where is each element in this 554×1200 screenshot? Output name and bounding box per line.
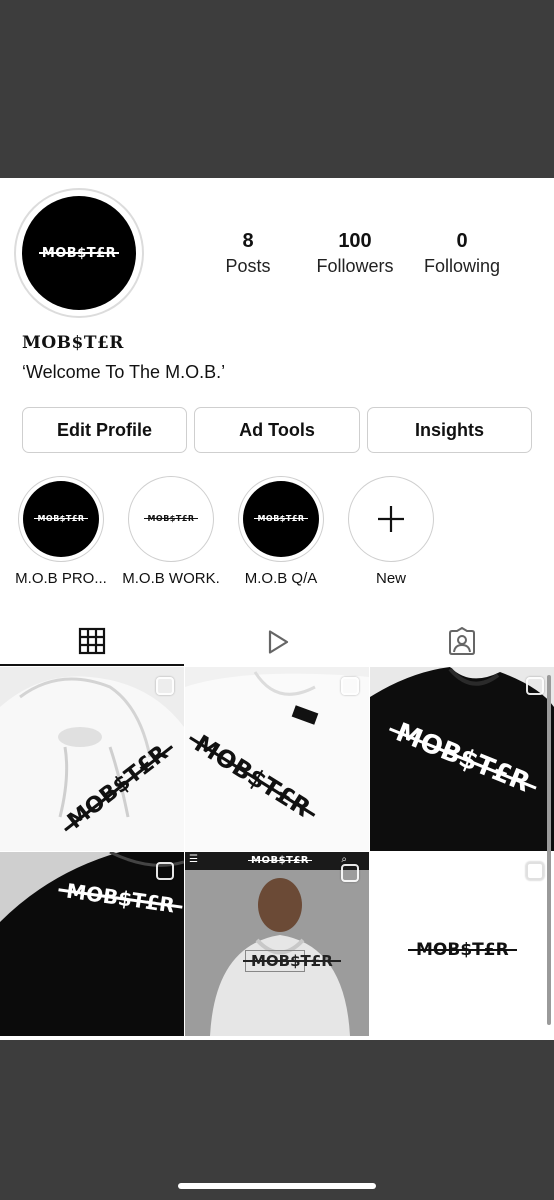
home-indicator[interactable]: [178, 1183, 376, 1189]
carousel-icon: [526, 677, 544, 695]
profile-page: MOB$T£R 8 Posts 100 Followers 0 Followin…: [0, 178, 554, 1040]
highlight-ring: MOB$T£R: [238, 476, 324, 562]
hoodie-graphic: [0, 852, 184, 1036]
highlight-logo: MOB$T£R: [144, 515, 198, 523]
tab-tagged[interactable]: [370, 618, 554, 666]
carousel-icon: [341, 677, 359, 695]
stat-posts[interactable]: 8 Posts: [193, 230, 303, 277]
profile-stats: 8 Posts 100 Followers 0 Following: [0, 230, 554, 280]
highlight-cover: MOB$T£R: [133, 481, 209, 557]
posts-grid: MOB$T£R MOB$T£R MOB$T£R: [0, 667, 554, 1040]
reels-play-icon: [268, 630, 289, 654]
highlight-ring: MOB$T£R: [128, 476, 214, 562]
highlight-label: M.O.B WORK.: [122, 570, 220, 587]
highlight-label: M.O.B PRO...: [15, 570, 107, 587]
highlight-logo: MOB$T£R: [254, 515, 308, 523]
highlight-cover: [353, 481, 429, 557]
post-thumbnail[interactable]: ☰ MOB$T£R ⌕ MOB$T£R: [185, 852, 369, 1036]
tab-grid[interactable]: [0, 618, 184, 666]
highlight-label: M.O.B Q/A: [244, 570, 318, 587]
highlight-cover: MOB$T£R: [243, 481, 319, 557]
highlight-ring: MOB$T£R: [18, 476, 104, 562]
menu-icon: ☰: [189, 854, 198, 865]
site-logo: MOB$T£R: [248, 856, 313, 866]
carousel-icon: [341, 864, 359, 882]
profile-bio: ‘Welcome To The M.O.B.’: [22, 362, 226, 382]
posts-label: Posts: [225, 256, 271, 276]
following-label: Following: [423, 256, 501, 276]
followers-count: 100: [338, 230, 372, 252]
highlight-label: New: [375, 570, 406, 587]
post-thumbnail[interactable]: MOB$T£R: [370, 852, 554, 1036]
highlight-mob-pro[interactable]: MOB$T£R M.O.B PRO...: [11, 476, 111, 587]
stat-followers[interactable]: 100 Followers: [300, 230, 410, 277]
highlight-mob-work[interactable]: MOB$T£R M.O.B WORK.: [121, 476, 221, 587]
bottom-dark-bar: [0, 1040, 554, 1200]
highlight-cover: MOB$T£R: [23, 481, 99, 557]
plus-icon: [378, 506, 404, 532]
carousel-icon: [156, 677, 174, 695]
post-thumbnail[interactable]: MOB$T£R: [0, 852, 184, 1036]
profile-username: MOB$T£R: [22, 333, 124, 353]
post-logo: MOB$T£R: [243, 952, 341, 970]
highlight-logo: MOB$T£R: [34, 515, 88, 523]
scrollbar[interactable]: [547, 675, 551, 1025]
followers-label: Followers: [316, 256, 394, 276]
insights-button[interactable]: Insights: [367, 407, 532, 453]
edit-profile-button[interactable]: Edit Profile: [22, 407, 187, 453]
highlight-mob-qa[interactable]: MOB$T£R M.O.B Q/A: [231, 476, 331, 587]
post-thumbnail[interactable]: MOB$T£R: [0, 667, 184, 851]
highlight-ring: [348, 476, 434, 562]
profile-tabs: [0, 618, 554, 666]
carousel-icon: [526, 862, 544, 880]
tagged-person-icon: [449, 627, 475, 655]
following-count: 0: [456, 230, 468, 252]
posts-count: 8: [242, 230, 254, 252]
post-thumbnail[interactable]: MOB$T£R: [370, 667, 554, 851]
top-dark-bar: [0, 0, 554, 178]
highlight-new[interactable]: New: [341, 476, 441, 587]
post-logo: MOB$T£R: [408, 940, 517, 960]
grid-icon: [78, 627, 106, 655]
post-thumbnail[interactable]: MOB$T£R: [185, 667, 369, 851]
stat-following[interactable]: 0 Following: [407, 230, 517, 277]
carousel-icon: [156, 862, 174, 880]
ad-tools-button[interactable]: Ad Tools: [194, 407, 360, 453]
tab-reels[interactable]: [185, 618, 369, 666]
